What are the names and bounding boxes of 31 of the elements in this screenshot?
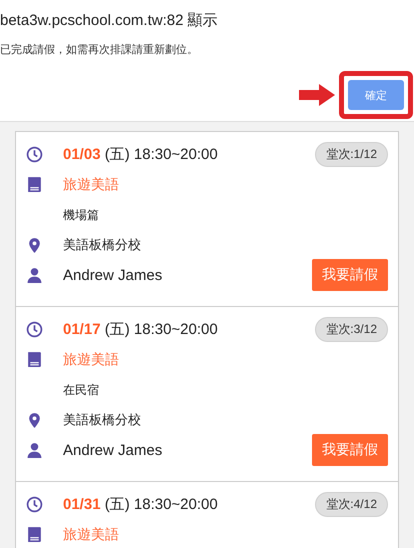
school-location: 美語板橋分校 [63, 412, 141, 429]
clock-icon [26, 146, 43, 162]
clock-icon [26, 320, 43, 338]
lesson-count-badge: 堂次:3/12 [315, 316, 388, 342]
lesson-time: 01/31 (五) 18:30~20:00 [63, 494, 219, 514]
arrow-icon [299, 84, 335, 106]
request-leave-button[interactable]: 我要請假 [312, 259, 388, 291]
teacher-name: Andrew James [63, 442, 164, 458]
lesson-time: 01/17 (五) 18:30~20:00 [63, 320, 219, 338]
ok-button[interactable]: 確定 [348, 80, 404, 110]
lesson-topic: 在民宿 [63, 382, 99, 398]
request-leave-button[interactable]: 我要請假 [312, 434, 388, 466]
lesson-time: 01/03 (五) 18:30~20:00 [63, 144, 219, 164]
person-icon [26, 266, 43, 284]
dialog-message: 已完成請假，如需再次排課請重新劃位。 [0, 42, 199, 57]
person-icon [26, 442, 43, 458]
location-pin-icon [26, 236, 43, 254]
course-name: 旅遊美語 [63, 350, 119, 368]
teacher-name: Andrew James [63, 266, 164, 284]
book-icon [26, 526, 43, 543]
course-name: 旅遊美語 [63, 526, 119, 544]
location-pin-icon [26, 412, 43, 428]
lesson-topic: 機場篇 [63, 206, 99, 224]
lesson-count-badge: 堂次:4/12 [315, 492, 388, 516]
school-location: 美語板橋分校 [63, 237, 141, 254]
lesson-count-badge: 堂次:1/12 [315, 142, 388, 166]
clock-icon [26, 496, 43, 512]
book-icon [26, 176, 43, 193]
dialog-title: beta3w.pcschool.com.tw:82 顯示 [0, 11, 219, 31]
book-icon [26, 351, 43, 368]
course-name: 旅遊美語 [63, 176, 119, 194]
